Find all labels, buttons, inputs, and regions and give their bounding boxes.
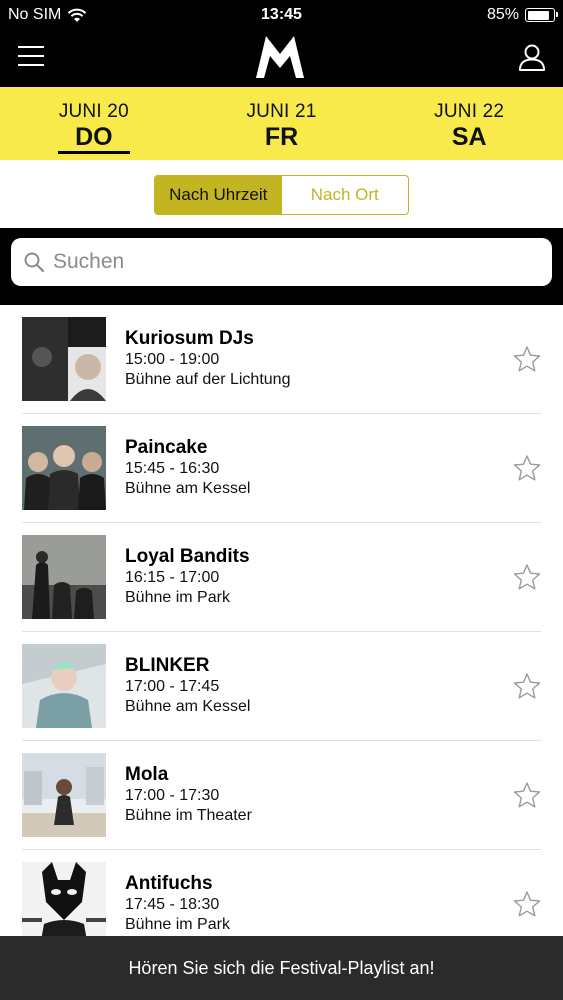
act-name: Mola [125,764,169,785]
act-stage: Bühne am Kessel [125,698,251,715]
sort-by-place-button[interactable]: Nach Ort [282,176,409,214]
hamburger-menu-icon[interactable] [18,46,44,68]
search-area [0,228,563,305]
act-row[interactable]: Loyal Bandits 16:15 - 17:00 Bühne im Park [0,523,563,632]
act-thumbnail [22,644,106,728]
favorite-star-icon[interactable] [513,672,541,700]
act-info: Mola 17:00 - 17:30 Bühne im Theater [125,764,252,826]
act-name: Paincake [125,437,208,458]
date-tab-do[interactable]: JUNI 20 DO [0,87,188,160]
date-tab-day: SA [451,123,487,151]
act-time: 17:00 - 17:45 [125,678,220,695]
battery-icon [525,8,558,22]
act-row[interactable]: Paincake 15:45 - 16:30 Bühne am Kessel [0,414,563,523]
act-info: Antifuchs 17:45 - 18:30 Bühne im Park [125,873,230,935]
date-tab-sa[interactable]: JUNI 22 SA [375,87,563,160]
status-time: 13:45 [261,6,302,23]
favorite-star-icon[interactable] [513,890,541,918]
act-list: Kuriosum DJs 15:00 - 19:00 Bühne auf der L… [0,305,563,959]
act-thumbnail [22,753,106,837]
act-name: BLINKER [125,655,210,676]
act-row[interactable]: Kuriosum DJs 15:00 - 19:00 Bühne auf der L… [0,305,563,414]
m-logo-icon[interactable] [253,32,307,80]
act-thumbnail [22,862,106,946]
act-stage: Bühne im Park [125,589,230,606]
battery-group: 85% [486,6,558,24]
act-stage: Bühne im Park [125,916,230,933]
top-nav [0,30,563,87]
search-input[interactable] [53,250,513,274]
date-tab-day: FR [264,123,299,151]
search-box[interactable] [11,238,552,286]
playlist-bar-button[interactable]: Hören Sie sich die Festival-Playlist an! [0,936,563,1000]
date-tab-month: JUNI 20 [58,101,129,122]
act-thumbnail [22,535,106,619]
act-name: Loyal Bandits [125,546,250,567]
user-profile-icon[interactable] [517,42,547,72]
act-row[interactable]: BLINKER 17:00 - 17:45 Bühne am Kessel [0,632,563,741]
sort-segmented-control: Nach Uhrzeit Nach Ort [154,175,409,215]
date-tab-day: DO [75,123,113,151]
favorite-star-icon[interactable] [513,454,541,482]
act-thumbnail [22,317,106,401]
sort-by-time-button[interactable]: Nach Uhrzeit [155,176,282,214]
date-tab-fr[interactable]: JUNI 21 FR [188,87,376,160]
act-stage: Bühne am Kessel [125,480,251,497]
act-stage: Bühne auf der Lichtung [125,371,291,388]
act-info: BLINKER 17:00 - 17:45 Bühne am Kessel [125,655,250,717]
status-bar: No SIM 13:45 85% [0,0,563,30]
date-tabs: JUNI 20 DO JUNI 21 FR JUNI 22 SA [0,87,563,160]
favorite-star-icon[interactable] [513,563,541,591]
act-time: 17:00 - 17:30 [125,787,220,804]
date-tab-month: JUNI 21 [246,101,317,122]
act-info: Paincake 15:45 - 16:30 Bühne am Kessel [125,437,250,499]
act-thumbnail [22,426,106,510]
act-info: Loyal Bandits 16:15 - 17:00 Bühne im Park [125,546,250,608]
act-stage: Bühne im Theater [125,807,252,824]
act-name: Antifuchs [125,873,213,894]
favorite-star-icon[interactable] [513,345,541,373]
date-tab-month: JUNI 22 [434,101,505,122]
act-time: 16:15 - 17:00 [125,569,220,586]
favorite-star-icon[interactable] [513,781,541,809]
act-name: Kuriosum DJs [125,328,254,349]
act-time: 15:00 - 19:00 [125,351,220,368]
act-time: 17:45 - 18:30 [125,896,220,913]
playlist-label: Hören Sie sich die Festival-Playlist an! [128,957,435,978]
act-info: Kuriosum DJs 15:00 - 19:00 Bühne auf der L… [125,328,290,390]
sort-control-area: Nach Uhrzeit Nach Ort [0,160,563,228]
battery-percent: 85% [486,6,519,23]
battery-fill [527,10,549,20]
act-row[interactable]: Mola 17:00 - 17:30 Bühne im Theater [0,741,563,850]
search-icon [24,252,45,273]
act-time: 15:45 - 16:30 [125,460,220,477]
